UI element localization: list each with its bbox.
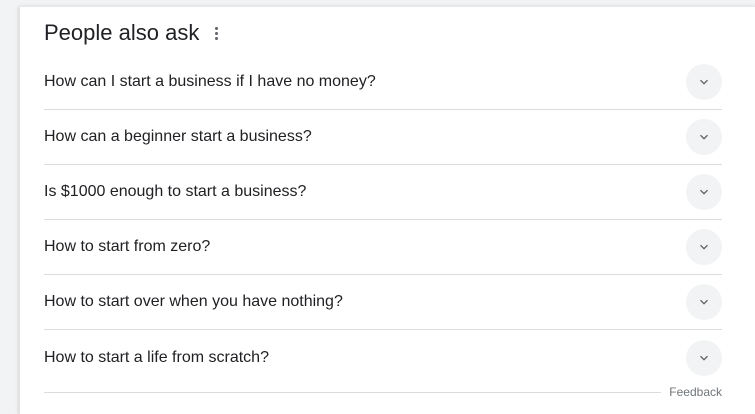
people-also-ask-header: People also ask — [44, 19, 220, 47]
question-row[interactable]: How to start a life from scratch? — [44, 330, 722, 385]
question-row[interactable]: How can I start a business if I have no … — [44, 55, 722, 110]
people-also-ask-card: People also ask How can I start a busine… — [19, 6, 755, 414]
question-text: How to start over when you have nothing? — [44, 293, 343, 310]
chevron-down-icon — [700, 79, 708, 85]
expand-button[interactable] — [686, 64, 722, 100]
expand-button[interactable] — [686, 174, 722, 210]
question-row[interactable]: Is $1000 enough to start a business? — [44, 165, 722, 220]
expand-button[interactable] — [686, 229, 722, 265]
question-text: How to start a life from scratch? — [44, 348, 269, 366]
more-vertical-icon[interactable] — [213, 23, 220, 44]
chevron-down-icon — [700, 299, 708, 305]
feedback-footer: Feedback — [44, 382, 722, 402]
question-text: How can I start a business if I have no … — [44, 73, 376, 90]
question-text: How to start from zero? — [44, 238, 211, 255]
chevron-down-icon — [700, 355, 708, 361]
feedback-link[interactable]: Feedback — [669, 385, 722, 399]
question-list: How can I start a business if I have no … — [44, 58, 722, 385]
chevron-down-icon — [700, 244, 708, 250]
expand-button[interactable] — [686, 339, 722, 376]
chevron-down-icon — [700, 134, 708, 140]
divider — [44, 391, 662, 393]
question-row[interactable]: How to start over when you have nothing? — [44, 275, 722, 330]
section-title: People also ask — [44, 20, 200, 45]
chevron-down-icon — [700, 189, 708, 195]
question-row[interactable]: How can a beginner start a business? — [44, 110, 722, 165]
question-text: Is $1000 enough to start a business? — [44, 183, 307, 200]
question-text: How can a beginner start a business? — [44, 128, 312, 145]
question-row[interactable]: How to start from zero? — [44, 220, 722, 275]
expand-button[interactable] — [686, 284, 722, 320]
expand-button[interactable] — [686, 119, 722, 155]
